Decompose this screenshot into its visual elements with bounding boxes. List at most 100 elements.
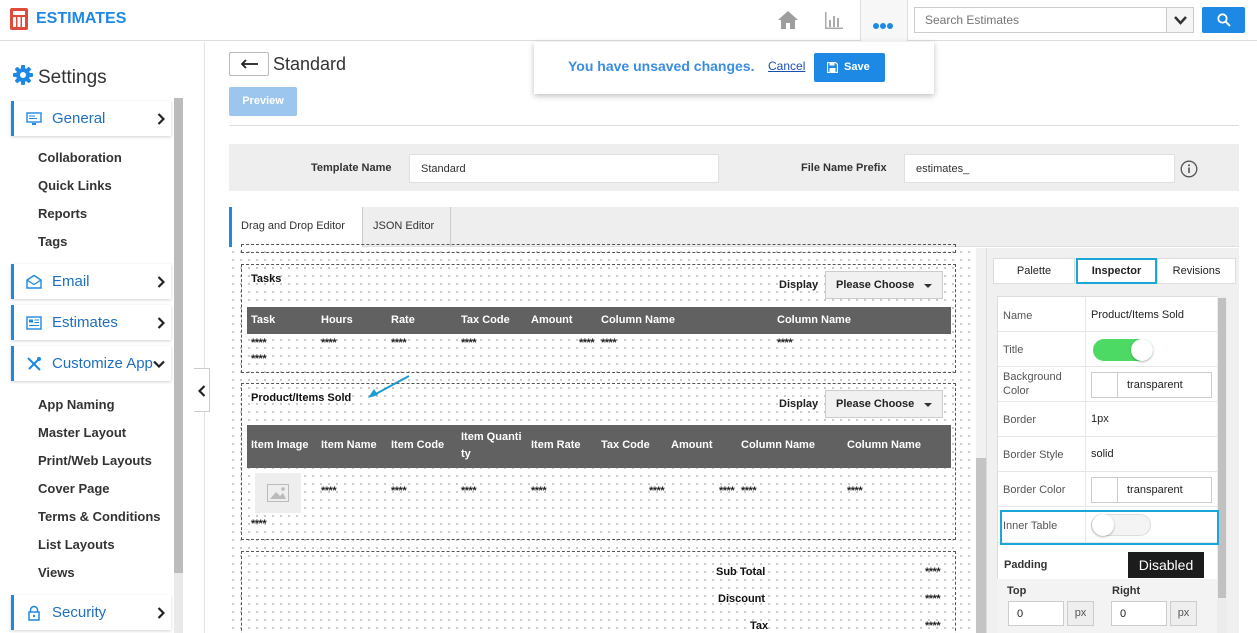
image-icon bbox=[267, 484, 289, 502]
file-name-prefix-label: File Name Prefix bbox=[801, 162, 887, 174]
tab-drag-and-drop-editor[interactable]: Drag and Drop Editor bbox=[229, 207, 363, 247]
sidebar-item-label: Security bbox=[52, 604, 107, 621]
sidebar-subitem-list-layouts[interactable]: List Layouts bbox=[38, 537, 115, 552]
section-above[interactable] bbox=[241, 244, 956, 253]
border-color-picker[interactable]: transparent bbox=[1091, 477, 1212, 503]
display-select-value: Please Choose bbox=[836, 279, 915, 291]
padding-right-unit: px bbox=[1170, 601, 1197, 626]
products-table-header: Item Image Item Name Item Code Item Quan… bbox=[247, 425, 951, 468]
document-list-icon bbox=[26, 316, 42, 330]
color-swatch[interactable] bbox=[1092, 478, 1118, 502]
padding-controls: Top 0 px Right 0 px bbox=[997, 579, 1218, 633]
display-select[interactable]: Please Choose bbox=[825, 271, 943, 299]
prop-row-border-color: Border Color transparent bbox=[998, 472, 1219, 507]
sidebar-item-general[interactable]: General bbox=[11, 101, 171, 136]
home-icon[interactable] bbox=[776, 8, 800, 32]
sidebar-item-email[interactable]: Email bbox=[11, 264, 171, 299]
color-value: transparent bbox=[1127, 484, 1183, 496]
cell-placeholder: **** bbox=[847, 485, 863, 497]
prop-value[interactable]: Product/Items Sold bbox=[1091, 309, 1184, 321]
file-name-prefix-input[interactable]: estimates_ bbox=[904, 154, 1175, 183]
column-header-continued: ty bbox=[461, 448, 471, 460]
chevron-right-icon bbox=[157, 113, 165, 125]
prop-label: Title bbox=[1003, 344, 1024, 356]
item-image-placeholder bbox=[255, 473, 301, 513]
prop-row-background-color: Background Color transparent bbox=[998, 367, 1219, 402]
chevron-right-icon bbox=[157, 607, 165, 619]
back-button[interactable] bbox=[229, 52, 269, 76]
column-header: Tax Code bbox=[461, 314, 510, 326]
tasks-section[interactable]: Tasks Display Please Choose Task Hours R… bbox=[241, 264, 956, 373]
envelope-icon bbox=[26, 274, 42, 289]
display-select[interactable]: Please Choose bbox=[825, 390, 943, 418]
cancel-link[interactable]: Cancel bbox=[768, 59, 805, 73]
title-toggle[interactable] bbox=[1093, 339, 1153, 361]
totals-section[interactable]: Sub Total **** Discount **** Tax **** bbox=[241, 551, 956, 633]
sidebar-item-label: Email bbox=[52, 273, 90, 290]
main-divider bbox=[204, 42, 205, 633]
sidebar-subitem-print-web-layouts[interactable]: Print/Web Layouts bbox=[38, 453, 152, 468]
sidebar-subitem-views[interactable]: Views bbox=[38, 565, 75, 580]
page-title: Standard bbox=[273, 54, 347, 74]
sidebar-item-estimates[interactable]: Estimates bbox=[11, 305, 171, 340]
tab-palette[interactable]: Palette bbox=[993, 258, 1075, 284]
monitor-icon bbox=[26, 112, 42, 125]
sidebar-subitem-master-layout[interactable]: Master Layout bbox=[38, 425, 126, 440]
sidebar-subitem-terms-conditions[interactable]: Terms & Conditions bbox=[38, 509, 161, 524]
column-header: Tax Code bbox=[601, 439, 650, 451]
unsaved-changes-banner: You have unsaved changes. Cancel Save bbox=[534, 42, 934, 94]
search-button[interactable] bbox=[1202, 7, 1245, 33]
tab-json-editor[interactable]: JSON Editor bbox=[363, 207, 451, 247]
background-color-picker[interactable]: transparent bbox=[1091, 372, 1212, 398]
sidebar-item-security[interactable]: Security bbox=[11, 595, 171, 630]
sidebar-item-customize-app[interactable]: Customize App bbox=[11, 346, 171, 381]
tab-revisions[interactable]: Revisions bbox=[1157, 258, 1236, 284]
sidebar-subitem-tags[interactable]: Tags bbox=[38, 234, 67, 249]
sidebar-collapse-button[interactable] bbox=[194, 368, 210, 412]
prop-row-name: Name Product/Items Sold bbox=[998, 297, 1219, 332]
column-header: Column Name bbox=[741, 439, 815, 451]
layout-canvas[interactable]: Tasks Display Please Choose Task Hours R… bbox=[229, 244, 976, 633]
color-swatch[interactable] bbox=[1092, 373, 1118, 397]
cell-placeholder: **** bbox=[321, 485, 337, 497]
chevron-right-icon bbox=[157, 276, 165, 288]
template-name-input[interactable]: Standard bbox=[409, 154, 719, 183]
sidebar-subitem-cover-page[interactable]: Cover Page bbox=[38, 481, 110, 496]
prop-label: Border bbox=[1003, 414, 1037, 426]
sidebar-subitem-collaboration[interactable]: Collaboration bbox=[38, 150, 122, 165]
more-menu[interactable] bbox=[860, 0, 908, 41]
sidebar-subitem-quick-links[interactable]: Quick Links bbox=[38, 178, 112, 193]
padding-right-input[interactable]: 0 bbox=[1111, 601, 1167, 626]
tab-inspector[interactable]: Inspector bbox=[1076, 258, 1157, 284]
tax-label: Tax bbox=[750, 620, 769, 632]
annotation-arrow-icon bbox=[368, 375, 410, 398]
info-icon[interactable] bbox=[1180, 160, 1198, 178]
disabled-tooltip: Disabled bbox=[1128, 552, 1204, 578]
search-input[interactable] bbox=[914, 7, 1166, 33]
save-label: Save bbox=[844, 61, 870, 73]
preview-button[interactable]: Preview bbox=[229, 87, 297, 116]
padding-top-input[interactable]: 0 bbox=[1008, 601, 1064, 626]
bar-chart-icon[interactable] bbox=[822, 8, 846, 32]
column-header: Item Quanti bbox=[461, 431, 522, 443]
products-section[interactable]: Product/Items Sold Display Please Choose… bbox=[241, 383, 956, 540]
inspector-scrollbar[interactable] bbox=[1217, 296, 1227, 633]
chevron-down-icon bbox=[153, 360, 165, 368]
canvas-scrollbar[interactable] bbox=[976, 248, 986, 633]
cell-placeholder: **** bbox=[601, 337, 617, 349]
cell-placeholder: **** bbox=[461, 337, 477, 349]
caret-down-icon bbox=[924, 403, 932, 407]
column-header: Task bbox=[251, 314, 276, 326]
prop-label: Background Color bbox=[1003, 371, 1062, 397]
prop-row-border: Border 1px bbox=[998, 402, 1219, 437]
sidebar-subitem-app-naming[interactable]: App Naming bbox=[38, 397, 115, 412]
prop-value[interactable]: solid bbox=[1091, 448, 1114, 460]
save-button[interactable]: Save bbox=[814, 53, 885, 82]
search-dropdown-button[interactable] bbox=[1166, 7, 1194, 33]
sidebar-subitem-reports[interactable]: Reports bbox=[38, 206, 87, 221]
discount-value: **** bbox=[925, 593, 941, 605]
prop-value[interactable]: 1px bbox=[1091, 413, 1109, 425]
column-header: Item Image bbox=[251, 439, 309, 451]
app-title[interactable]: ESTIMATES bbox=[36, 10, 126, 28]
sidebar-scrollbar[interactable] bbox=[174, 98, 183, 633]
